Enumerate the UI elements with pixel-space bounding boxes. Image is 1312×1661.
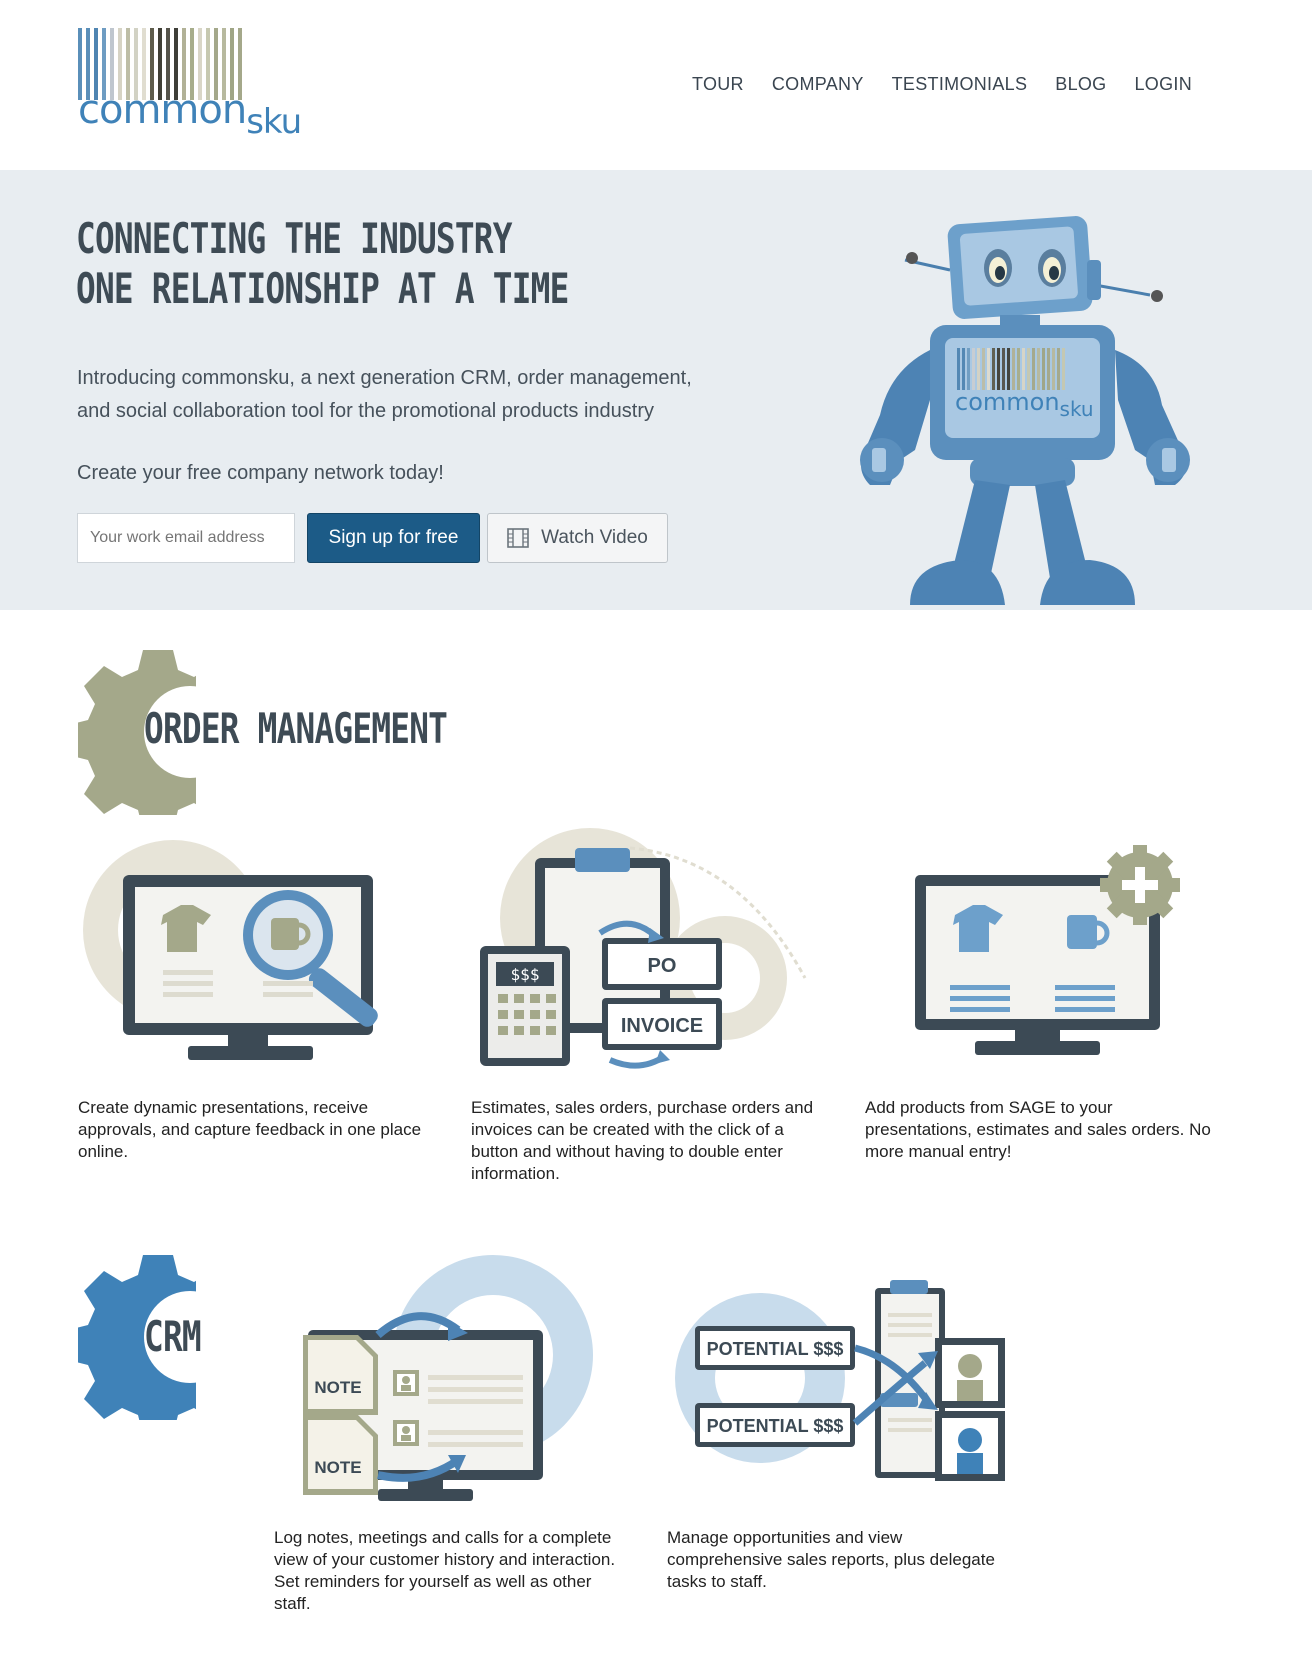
monitor-add-icon	[915, 845, 1180, 1055]
order-management-title: ORDER MANAGEMENT	[144, 704, 448, 753]
main-nav: TOUR COMPANY TESTIMONIALS BLOG LOGIN	[692, 74, 1192, 95]
logo-wordmark: commonsku	[78, 87, 302, 142]
po-label: PO	[648, 955, 677, 977]
notes-monitor-icon: NOTE NOTE	[303, 1255, 593, 1501]
signup-button[interactable]: Sign up for free	[307, 513, 480, 563]
om-feature-1-text: Create dynamic presentations, receive ap…	[78, 1098, 422, 1161]
robot-mascot-icon: commonsku	[860, 216, 1190, 605]
potential-sales-icon: POTENTIAL $$$ POTENTIAL $$$	[675, 1280, 1005, 1481]
crm-feature-1-text: Log notes, meetings and calls for a comp…	[274, 1528, 616, 1613]
crm-title: CRM	[144, 1312, 202, 1361]
film-icon	[507, 528, 529, 548]
crm-feature-2-text: Manage opportunities and view comprehens…	[667, 1528, 995, 1591]
note-label-1: NOTE	[314, 1378, 361, 1397]
om-feature-3-text: Add products from SAGE to your presentat…	[865, 1098, 1211, 1161]
monitor-search-icon	[83, 840, 378, 1060]
watch-video-button[interactable]: Watch Video	[487, 513, 668, 563]
potential-label-1: POTENTIAL $$$	[707, 1339, 844, 1359]
watch-video-label: Watch Video	[541, 527, 648, 548]
om-feature-2-text: Estimates, sales orders, purchase orders…	[471, 1098, 814, 1183]
nav-tour[interactable]: TOUR	[692, 74, 744, 95]
hero-cta-text: Create your free company network today!	[77, 462, 444, 484]
calc-display-text: $$$	[511, 965, 540, 984]
nav-company[interactable]: COMPANY	[772, 74, 864, 95]
note-label-2: NOTE	[314, 1458, 361, 1477]
order-management-heading: ORDER MANAGEMENT	[78, 650, 578, 820]
potential-label-2: POTENTIAL $$$	[707, 1416, 844, 1436]
hero-title: CONNECTING THE INDUSTRY ONE RELATIONSHIP…	[76, 214, 569, 313]
nav-blog[interactable]: BLOG	[1055, 74, 1106, 95]
nav-login[interactable]: LOGIN	[1134, 74, 1192, 95]
invoice-label: INVOICE	[621, 1015, 703, 1037]
hero-intro: Introducing commonsku, a next generation…	[77, 367, 692, 422]
po-invoice-icon: $$$ PO INVOICE	[480, 828, 807, 1069]
crm-heading: CRM	[78, 1255, 248, 1425]
work-email-input[interactable]	[77, 513, 295, 563]
site-header: commonsku TOUR COMPANY TESTIMONIALS BLOG…	[0, 0, 1312, 170]
nav-testimonials[interactable]: TESTIMONIALS	[892, 74, 1028, 95]
commonsku-logo[interactable]: commonsku	[78, 28, 302, 142]
